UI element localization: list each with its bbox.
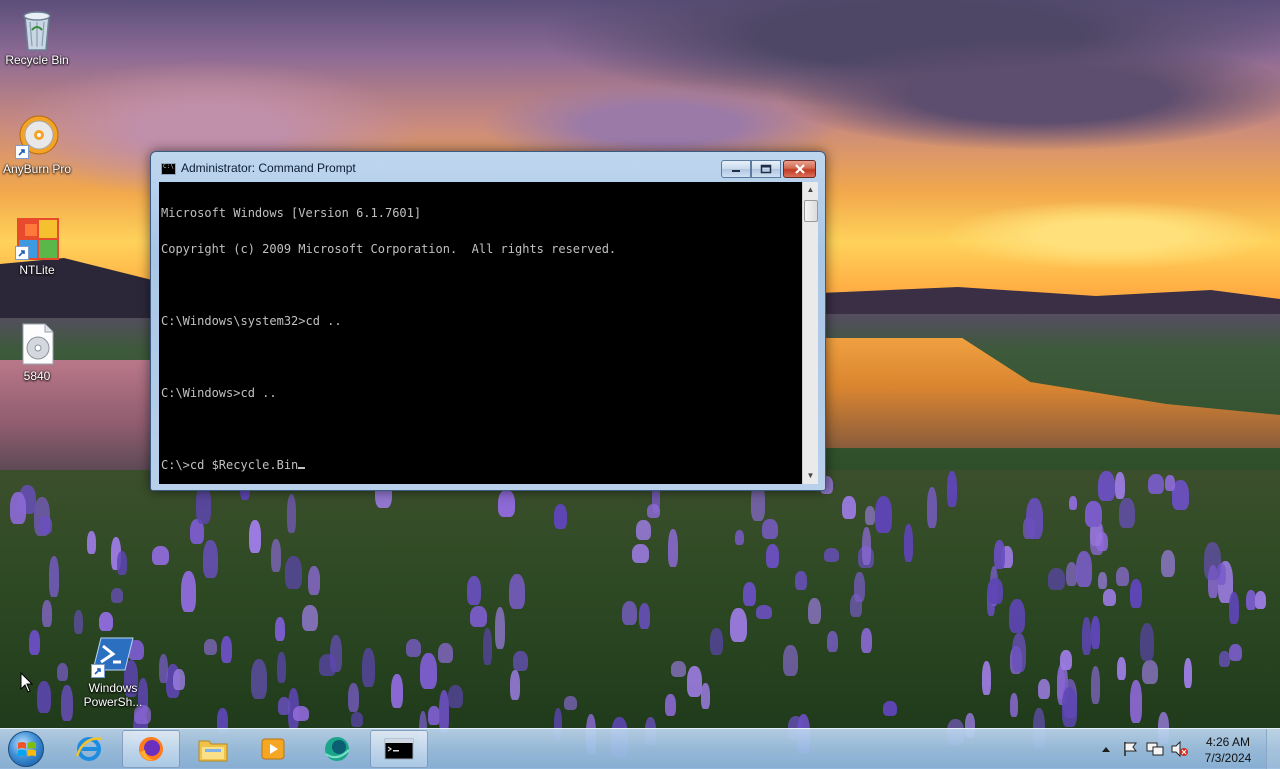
network-icon[interactable] <box>1146 741 1164 757</box>
taskbar-app-globe[interactable] <box>308 730 366 768</box>
window-titlebar[interactable]: C:\ Administrator: Command Prompt <box>151 152 825 182</box>
start-button[interactable] <box>8 731 44 767</box>
disc-image-file-icon <box>15 322 59 366</box>
desktop-icon-5840[interactable]: 5840 <box>0 322 74 383</box>
minimize-icon <box>732 170 740 172</box>
taskbar-clock[interactable]: 4:26 AM 7/3/2024 <box>1200 734 1256 766</box>
volume-muted-icon[interactable] <box>1171 741 1189 757</box>
console-line: C:\Windows\system32>cd .. <box>161 314 342 328</box>
cmd-icon <box>384 738 414 760</box>
mouse-pointer-icon <box>20 672 34 693</box>
show-hidden-icons-chevron[interactable] <box>1101 745 1111 753</box>
recycle-bin-label: Recycle Bin <box>5 53 69 67</box>
console-line: C:\Windows>cd .. <box>161 386 277 400</box>
console-prompt-line[interactable]: C:\>cd $Recycle.Bin <box>161 459 801 471</box>
file-5840-label: 5840 <box>23 369 51 383</box>
taskbar-file-explorer[interactable] <box>184 730 242 768</box>
taskbar-firefox[interactable] <box>122 730 180 768</box>
close-icon <box>794 164 805 174</box>
console-output[interactable]: Microsoft Windows [Version 6.1.7601] Cop… <box>159 182 803 484</box>
text-cursor <box>298 467 306 469</box>
shortcut-arrow-icon <box>15 246 29 260</box>
clock-time: 4:26 AM <box>1205 735 1251 749</box>
scroll-down-arrow-icon[interactable]: ▼ <box>803 468 818 484</box>
scrollbar-thumb[interactable] <box>804 200 818 222</box>
action-center-flag-icon[interactable] <box>1122 741 1138 757</box>
console-line: Copyright (c) 2009 Microsoft Corporation… <box>161 242 617 256</box>
close-button[interactable] <box>783 160 816 178</box>
show-desktop-button[interactable] <box>1266 729 1280 769</box>
maximize-button[interactable] <box>751 160 781 178</box>
clock-date: 7/3/2024 <box>1204 751 1252 765</box>
window-title: Administrator: Command Prompt <box>181 161 356 175</box>
taskbar-media-player[interactable] <box>244 730 302 768</box>
recycle-bin-icon <box>15 6 59 51</box>
command-prompt-window[interactable]: C:\ Administrator: Command Prompt Micros… <box>150 151 826 491</box>
console-line: Microsoft Windows [Version 6.1.7601] <box>161 206 422 220</box>
anyburn-disc-icon <box>15 115 59 159</box>
powershell-icon <box>91 634 135 678</box>
windows-powershell-label: Windows PowerSh... <box>83 681 143 709</box>
taskbar-internet-explorer[interactable] <box>60 730 118 768</box>
windows-start-orb-icon <box>18 742 36 757</box>
anyburn-pro-label: AnyBurn Pro <box>2 162 72 176</box>
maximize-icon <box>760 164 772 174</box>
desktop-icon-recycle-bin[interactable]: Recycle Bin <box>0 6 74 67</box>
media-player-icon <box>261 738 285 760</box>
minimize-button[interactable] <box>721 160 751 178</box>
scroll-up-arrow-icon[interactable]: ▲ <box>803 182 818 198</box>
desktop-icon-ntlite[interactable]: NTLite <box>0 216 74 277</box>
taskbar-command-prompt[interactable] <box>370 730 428 768</box>
shortcut-arrow-icon <box>91 664 105 678</box>
ntlite-icon <box>15 216 59 260</box>
internet-explorer-icon <box>75 737 103 761</box>
taskbar: 4:26 AM 7/3/2024 <box>0 728 1280 769</box>
file-explorer-icon <box>198 740 228 762</box>
desktop-icon-windows-powershell[interactable]: Windows PowerSh... <box>76 634 150 709</box>
shortcut-arrow-icon <box>15 145 29 159</box>
app-globe-icon <box>325 737 350 761</box>
desktop-icon-anyburn-pro[interactable]: AnyBurn Pro <box>0 115 74 176</box>
firefox-icon <box>139 737 163 761</box>
vertical-scrollbar[interactable]: ▲ ▼ <box>802 182 818 484</box>
ntlite-label: NTLite <box>19 263 55 277</box>
cmd-icon: C:\ <box>161 163 176 175</box>
console-current-command: C:\>cd $Recycle.Bin <box>161 458 299 472</box>
